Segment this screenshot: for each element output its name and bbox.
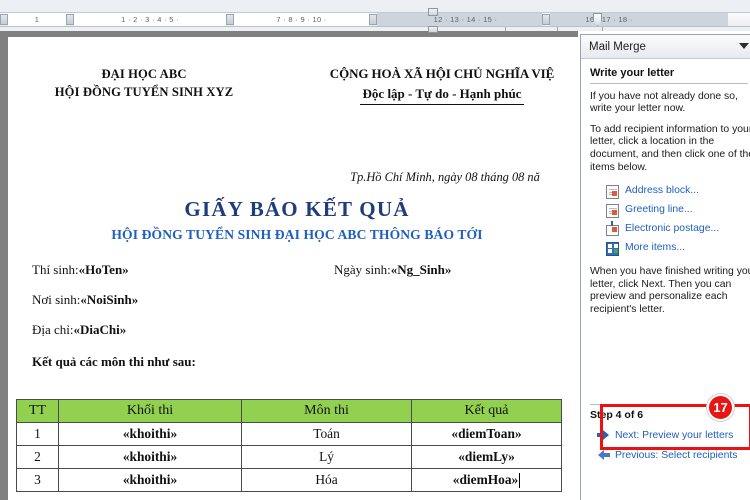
pane-title-label: Mail Merge: [589, 40, 646, 53]
pane-content: Write your letter If you have not alread…: [581, 59, 750, 317]
cell-monthi-3: Hóa: [241, 468, 412, 492]
ruler-segment-c: 12 · 13 · 14 · 15 ·: [389, 13, 542, 26]
document-icon: [606, 203, 619, 218]
header-right-line1: CỘNG HOÀ XÃ HỘI CHỦ NGHĨA VIỆ: [329, 66, 555, 81]
field-row-noisinh: Nơi sinh:«NoiSinh»: [32, 292, 572, 322]
cell-ketqua-2[interactable]: «diemLy»: [411, 445, 562, 469]
ruler-indent-handle-start[interactable]: [0, 14, 8, 25]
ruler-tab-stop-4[interactable]: [542, 14, 550, 25]
link-more-items[interactable]: More items...: [606, 239, 749, 258]
pane-link-list: Address block... Greeting line... Electr…: [606, 182, 749, 258]
field-label-ngaysinh: Ngày sinh:: [334, 262, 391, 277]
table-row[interactable]: 2 «khoithi» Lý «diemLy»: [16, 445, 562, 469]
results-intro-text: Kết quả các môn thi như sau:: [32, 354, 196, 369]
document-title-main: GIẤY BÁO KẾT QUẢ: [184, 197, 410, 221]
pane-paragraph-3: When you have finished writing your lett…: [590, 266, 750, 315]
ruler-gap-1: [377, 13, 389, 26]
previous-step-label: Previous: Select recipients: [615, 449, 738, 461]
link-more-items-label: More items...: [625, 242, 686, 254]
word-mail-merge-screen: 1 1 · 2 · 3 · 4 · 5 · 7 · 8 · 9 · 10 · 1…: [0, 0, 750, 500]
header-left-line2: HỘI ĐỒNG TUYỂN SINH XYZ: [54, 85, 234, 99]
table-row[interactable]: 3 «khoithi» Hóa «diemHoa»: [16, 468, 562, 492]
ruler-segment-d: 16 · 17 · 18 ·: [550, 13, 668, 26]
header-right-line2: Độc lập - Tự do - Hạnh phúc: [359, 84, 525, 105]
header-left-org: ĐẠI HỌC ABC HỘI ĐỒNG TUYỂN SINH XYZ: [8, 65, 280, 101]
header-left-line1: ĐẠI HỌC ABC: [101, 67, 187, 81]
ruler-segment-end: [668, 13, 728, 26]
link-electronic-postage-label: Electronic postage...: [625, 223, 720, 235]
cell-tt-2: 2: [16, 445, 59, 469]
cell-khoithi-1[interactable]: «khoithi»: [58, 422, 242, 446]
ruler-segment-a: 1 · 2 · 3 · 4 · 5 ·: [74, 13, 226, 26]
pane-paragraph-2: To add recipient information to your let…: [590, 123, 750, 173]
ruler-tab-stop-1[interactable]: [66, 14, 74, 25]
cell-tt-1: 1: [16, 422, 59, 446]
mail-merge-task-pane[interactable]: Mail Merge Write your letter If you have…: [580, 34, 750, 500]
cell-ketqua-3[interactable]: «diemHoa»: [411, 468, 562, 492]
table-row[interactable]: 1 «khoithi» Toán «diemToan»: [16, 422, 562, 446]
field-label-diachi: Địa chỉ:: [32, 322, 74, 337]
table-header-monthi: Môn thi: [241, 399, 412, 423]
field-label-thisinh: Thí sinh:: [32, 262, 79, 277]
results-table[interactable]: TT Khối thi Môn thi Kết quả 1 «khoithi» …: [16, 399, 562, 492]
table-header-khoithi: Khối thi: [58, 399, 242, 423]
table-header-row: TT Khối thi Môn thi Kết quả: [16, 399, 562, 423]
cell-khoithi-3[interactable]: «khoithi»: [58, 468, 242, 492]
cell-ketqua-1[interactable]: «diemToan»: [411, 422, 562, 446]
merge-fields-block: Thí sinh:«HoTen» Ngày sinh:«Ng_Sinh» Nơi…: [32, 262, 572, 370]
pane-paragraph-1: If you have not already done so, write y…: [590, 90, 738, 115]
link-greeting-line-label: Greeting line...: [625, 204, 693, 216]
next-step-link[interactable]: Next: Preview your letters: [581, 425, 750, 445]
link-address-block-label: Address block...: [625, 185, 699, 197]
field-label-noisinh: Nơi sinh:: [32, 292, 81, 307]
arrow-right-icon: [597, 430, 610, 440]
pane-title-bar[interactable]: Mail Merge: [581, 35, 750, 59]
link-electronic-postage[interactable]: Electronic postage...: [606, 220, 749, 239]
ruler-strip[interactable]: 1 1 · 2 · 3 · 4 · 5 · 7 · 8 · 9 · 10 · 1…: [0, 12, 750, 27]
document-header-block: ĐẠI HỌC ABC HỘI ĐỒNG TUYỂN SINH XYZ CỘNG…: [8, 65, 578, 121]
cell-ketqua-3-text: «diemHoa»: [452, 471, 519, 487]
header-right-national: CỘNG HOÀ XÃ HỘI CHỦ NGHĨA VIỆ Độc lập - …: [280, 65, 578, 105]
ruler-tick-3: [602, 27, 603, 31]
annotation-badge: 17: [707, 394, 734, 421]
postage-stamp-icon: [606, 221, 619, 237]
ruler-tab-stop-3[interactable]: [369, 14, 377, 25]
grid-items-icon: [606, 241, 619, 256]
document-canvas[interactable]: ĐẠI HỌC ABC HỘI ĐỒNG TUYỂN SINH XYZ CỘNG…: [0, 31, 578, 500]
ruler-segment-margin-left: 1: [8, 13, 66, 26]
ruler-segment-b: 7 · 8 · 9 · 10 ·: [234, 13, 369, 26]
table-header-ketqua: Kết quả: [411, 399, 562, 423]
table-header-tt: TT: [16, 399, 59, 423]
ruler-first-line-indent-marker[interactable]: [428, 8, 438, 16]
merge-field-diachi[interactable]: «DiaChi»: [74, 322, 127, 337]
next-step-label: Next: Preview your letters: [615, 429, 734, 441]
chevron-down-icon[interactable]: [739, 43, 749, 49]
pane-section-heading: Write your letter: [590, 67, 748, 84]
horizontal-ruler[interactable]: 1 1 · 2 · 3 · 4 · 5 · 7 · 8 · 9 · 10 · 1…: [0, 0, 750, 33]
merge-field-hoten[interactable]: «HoTen»: [79, 262, 129, 277]
merge-field-ngsinh[interactable]: «Ng_Sinh»: [391, 262, 452, 277]
document-icon: [606, 184, 619, 199]
text-cursor: [519, 473, 521, 489]
document-page[interactable]: ĐẠI HỌC ABC HỘI ĐỒNG TUYỂN SINH XYZ CỘNG…: [8, 37, 578, 500]
cell-monthi-1: Toán: [241, 422, 412, 446]
cell-tt-3: 3: [16, 468, 59, 492]
merge-field-noisinh[interactable]: «NoiSinh»: [80, 292, 138, 307]
document-title-sub: HỘI ĐỒNG TUYỂN SINH ĐẠI HỌC ABC THÔNG BÁ…: [111, 227, 483, 242]
ruler-left-indent-marker[interactable]: [428, 26, 438, 33]
field-col2-ngaysinh: Ngày sinh:«Ng_Sinh»: [334, 262, 451, 278]
field-row-thisinh: Thí sinh:«HoTen» Ngày sinh:«Ng_Sinh»: [32, 262, 572, 292]
ruler-tab-stop-2[interactable]: [226, 14, 234, 25]
arrow-left-icon: [597, 450, 610, 460]
link-address-block[interactable]: Address block...: [606, 182, 749, 201]
previous-step-link[interactable]: Previous: Select recipients: [581, 445, 750, 465]
document-date-line: Tp.Hồ Chí Minh, ngày 08 tháng 08 nă: [350, 170, 540, 184]
cell-khoithi-2[interactable]: «khoithi»: [58, 445, 242, 469]
field-row-diachi: Địa chỉ:«DiaChi»: [32, 322, 572, 352]
cell-monthi-2: Lý: [241, 445, 412, 469]
link-greeting-line[interactable]: Greeting line...: [606, 201, 749, 220]
